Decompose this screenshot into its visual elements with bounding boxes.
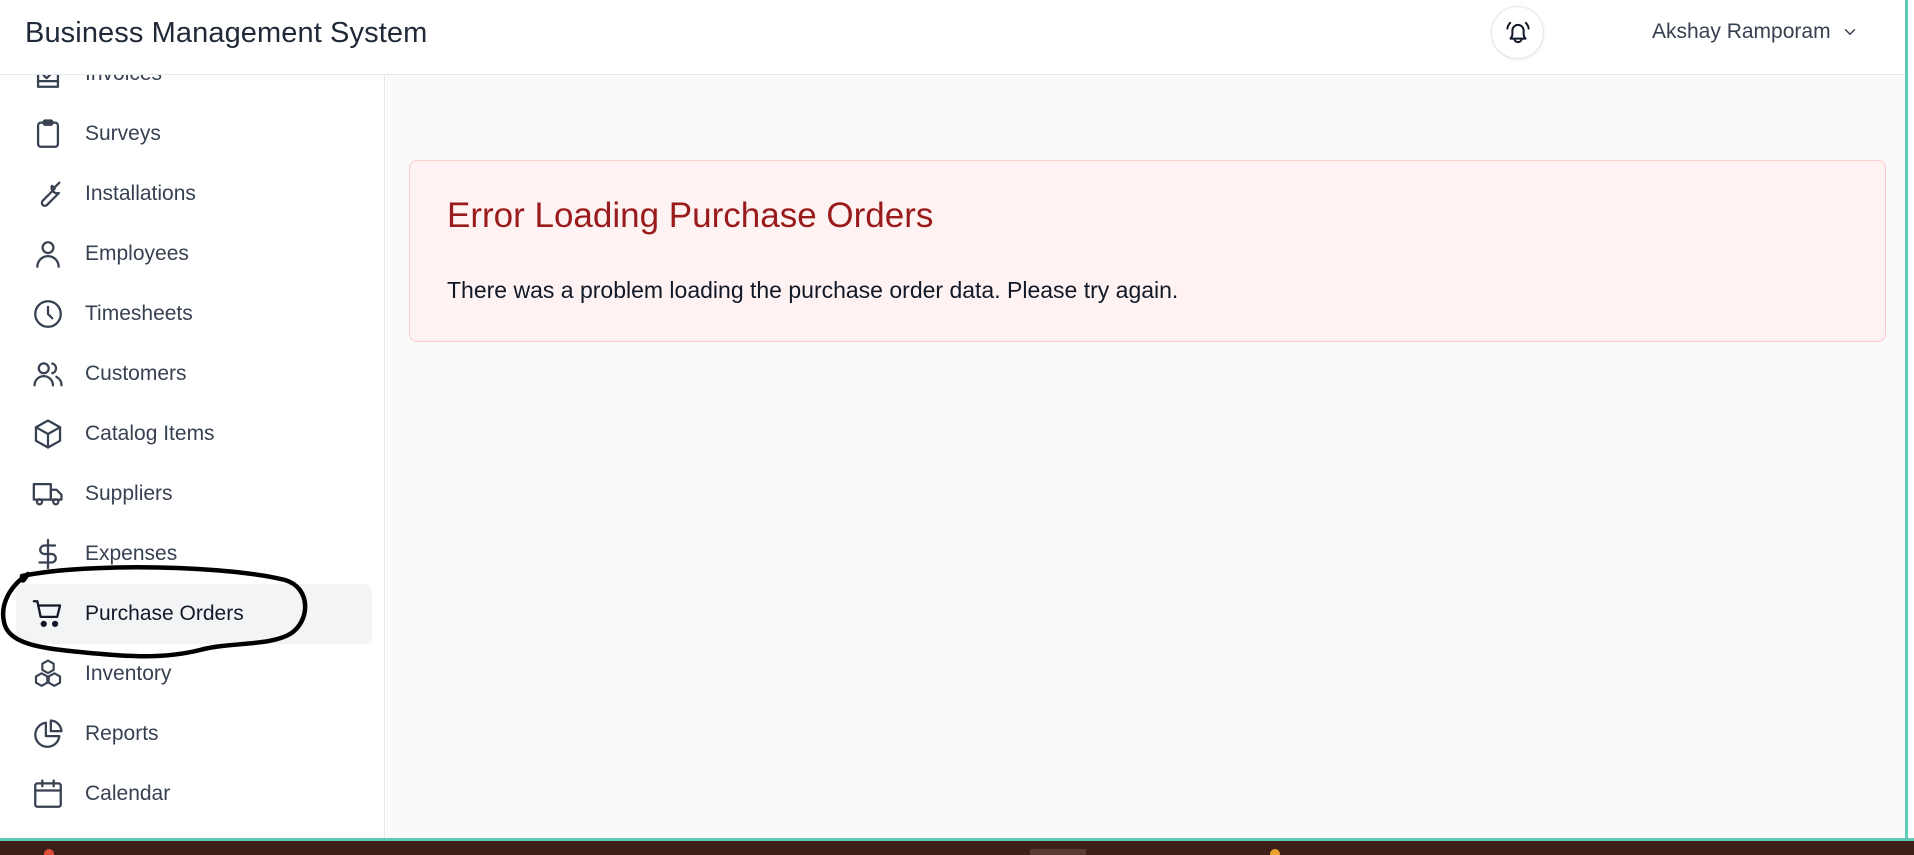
sidebar-item-label: Catalog Items [85,422,215,445]
sidebar-item-label: Surveys [85,122,161,145]
sidebar-item-timesheets[interactable]: Timesheets [16,284,372,344]
taskbar-app-icon [44,849,54,855]
invoice-icon [29,75,67,93]
sidebar-item-label: Inventory [85,662,172,685]
sidebar: Invoices Surveys Installations [0,75,385,838]
sidebar-item-calendar[interactable]: Calendar [16,764,372,824]
chevron-down-icon [1844,29,1855,35]
dollar-icon [29,535,67,573]
error-title: Error Loading Purchase Orders [447,196,934,235]
sidebar-item-label: Installations [85,182,196,205]
user-menu[interactable]: Akshay Ramporam [1652,20,1859,44]
main-content: Error Loading Purchase Orders There was … [386,75,1905,838]
sidebar-item-reports[interactable]: Reports [16,704,372,764]
sidebar-item-label: Invoices [85,75,162,86]
cubes-icon [29,655,67,693]
sidebar-item-label: Suppliers [85,482,173,505]
bell-alert-icon [1505,21,1530,43]
sidebar-item-customers[interactable]: Customers [16,344,372,404]
sidebar-item-employees[interactable]: Employees [16,224,372,284]
sidebar-item-label: Expenses [85,542,178,565]
notifications-button[interactable] [1491,6,1544,59]
user-icon [29,235,67,273]
sidebar-item-expenses[interactable]: Expenses [16,524,372,584]
sidebar-item-catalog-items[interactable]: Catalog Items [16,404,372,464]
sidebar-item-label: Timesheets [85,302,193,325]
sidebar-item-label: Calendar [85,782,171,805]
sidebar-item-label: Purchase Orders [85,602,244,625]
sidebar-item-surveys[interactable]: Surveys [16,104,372,164]
clock-icon [29,295,67,333]
cart-icon [29,595,67,633]
pie-chart-icon [29,715,67,753]
sidebar-item-label: Employees [85,242,189,265]
app-window: Business Management System Akshay Rampor… [0,0,1905,838]
error-alert: Error Loading Purchase Orders There was … [409,160,1886,342]
sidebar-item-invoices[interactable]: Invoices [16,75,372,104]
sidebar-item-inventory[interactable]: Inventory [16,644,372,704]
sidebar-item-label: Reports [85,722,159,745]
sidebar-item-installations[interactable]: Installations [16,164,372,224]
wrench-icon [29,175,67,213]
sidebar-item-label: Customers [85,362,187,385]
sidebar-item-purchase-orders[interactable]: Purchase Orders [16,584,372,644]
users-icon [29,355,67,393]
top-header: Business Management System Akshay Rampor… [0,0,1905,75]
taskbar-strip [0,838,1914,855]
taskbar-app-icon [1270,849,1280,855]
cube-icon [29,415,67,453]
taskbar-app-icon [1030,849,1086,855]
clipboard-icon [29,115,67,153]
error-message: There was a problem loading the purchase… [447,277,1179,303]
truck-icon [29,475,67,513]
calendar-icon [29,775,67,813]
app-title: Business Management System [25,17,428,49]
window-right-edge [1905,0,1914,855]
user-name: Akshay Ramporam [1652,20,1831,43]
sidebar-item-suppliers[interactable]: Suppliers [16,464,372,524]
